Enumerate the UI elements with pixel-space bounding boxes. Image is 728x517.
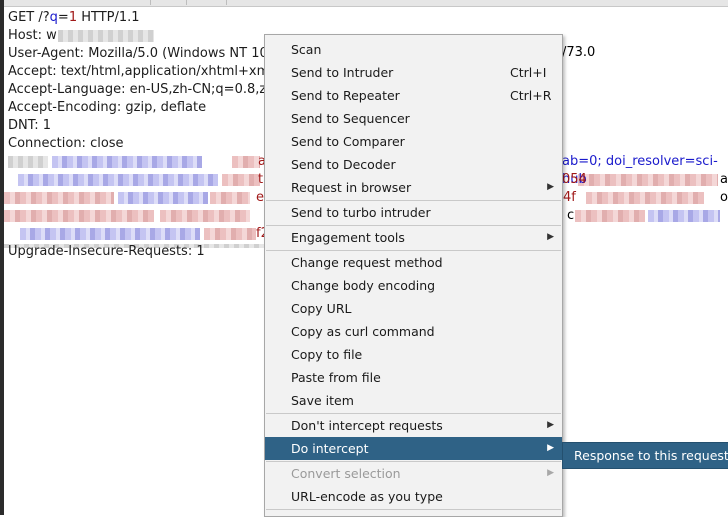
menu-item-convert-selection: Convert selection ▶ <box>265 462 562 485</box>
menu-item-save-item[interactable]: Save item <box>265 389 562 412</box>
cookie-fragment: 4f <box>563 190 576 205</box>
submenu-arrow-icon: ▶ <box>547 182 554 192</box>
menu-item-send-to-turbo-intruder[interactable]: Send to turbo intruder <box>265 201 562 224</box>
menu-item-url-encode-as-you-type[interactable]: URL-encode as you type <box>265 485 562 508</box>
redacted-text <box>52 156 202 168</box>
tab-strip <box>4 0 728 7</box>
tab[interactable] <box>186 0 227 5</box>
menu-item-send-to-decoder[interactable]: Send to Decoder <box>265 153 562 176</box>
redacted-text <box>4 210 154 222</box>
upgrade-insecure-requests-header: Upgrade-Insecure-Requests: 1 <box>8 244 205 259</box>
redacted-host <box>58 30 154 42</box>
redacted-text <box>8 156 48 168</box>
menu-item-copy-url[interactable]: Copy URL <box>265 297 562 320</box>
redacted-text <box>210 192 250 204</box>
user-agent-tail: /73.0 <box>562 45 596 60</box>
submenu-arrow-icon: ▶ <box>547 420 554 430</box>
cookie-fragment: 054 <box>562 172 587 187</box>
redacted-text <box>118 192 208 204</box>
cookie-fragment: c <box>567 208 575 223</box>
redacted-text <box>204 228 256 240</box>
redacted-text <box>586 192 704 204</box>
menu-item-do-intercept[interactable]: Do intercept ▶ <box>265 437 562 460</box>
menu-item-copy-as-curl[interactable]: Copy as curl command <box>265 320 562 343</box>
redacted-text <box>222 174 260 186</box>
submenu-arrow-icon: ▶ <box>547 443 554 453</box>
menu-item-change-request-method[interactable]: Change request method <box>265 251 562 274</box>
redacted-text <box>18 174 218 186</box>
redacted-text <box>4 192 114 204</box>
redacted-text <box>575 210 645 222</box>
submenu-response-to-this-request[interactable]: Response to this request <box>562 442 728 469</box>
cookie-fragment: o <box>720 190 728 205</box>
submenu-arrow-icon: ▶ <box>547 468 554 478</box>
redacted-text <box>20 228 200 240</box>
shortcut-label: Ctrl+R <box>510 88 552 103</box>
menu-item-send-to-intruder[interactable]: Send to Intruder Ctrl+I <box>265 61 562 84</box>
redacted-text <box>160 210 250 222</box>
tab[interactable] <box>150 0 187 5</box>
menu-item-copy-to-file[interactable]: Copy to file <box>265 343 562 366</box>
redacted-text <box>648 210 720 222</box>
menu-item-scan[interactable]: Scan <box>265 38 562 61</box>
menu-item-send-to-sequencer[interactable]: Send to Sequencer <box>265 107 562 130</box>
menu-item-send-to-comparer[interactable]: Send to Comparer <box>265 130 562 153</box>
tab[interactable] <box>30 0 151 5</box>
menu-item-dont-intercept-requests[interactable]: Don't intercept requests ▶ <box>265 414 562 437</box>
submenu-arrow-icon: ▶ <box>547 232 554 242</box>
redacted-text <box>232 156 260 168</box>
menu-item-send-to-repeater[interactable]: Send to Repeater Ctrl+R <box>265 84 562 107</box>
request-line: GET /?q=1 HTTP/1.1 <box>8 10 140 25</box>
context-menu: Scan Send to Intruder Ctrl+I Send to Repe… <box>264 34 563 517</box>
left-panel-edge <box>0 0 4 515</box>
menu-item-engagement-tools[interactable]: Engagement tools ▶ <box>265 226 562 249</box>
menu-item-change-body-encoding[interactable]: Change body encoding <box>265 274 562 297</box>
menu-item-request-in-browser[interactable]: Request in browser ▶ <box>265 176 562 199</box>
menu-separator <box>266 509 561 510</box>
cookie-fragment: a <box>720 172 728 187</box>
menu-item-paste-from-file[interactable]: Paste from file <box>265 366 562 389</box>
cookie-fragment: ab=0; doi_resolver=sci-hub <box>562 154 718 187</box>
shortcut-label: Ctrl+I <box>510 65 547 80</box>
cookie-fragment: t <box>258 172 264 187</box>
